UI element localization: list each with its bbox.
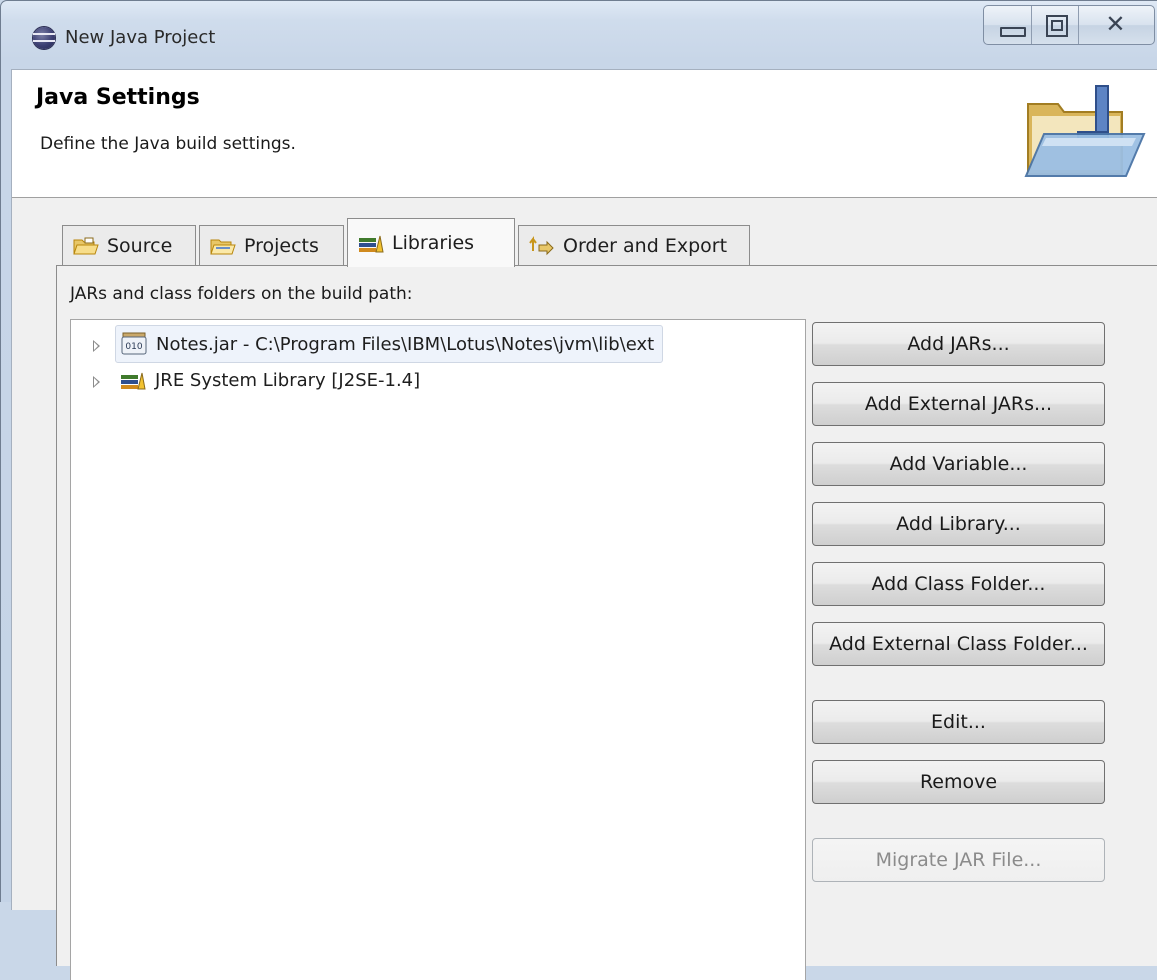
minimize-button[interactable] [984,6,1032,44]
tab-source[interactable]: Source [62,225,196,266]
maximize-icon [1045,15,1068,37]
window-title: New Java Project [65,27,216,48]
tab-libraries-label: Libraries [392,232,475,254]
add-external-jars-button[interactable]: Add External JARs... [812,382,1105,426]
library-icon [121,372,146,390]
add-library-button[interactable]: Add Library... [812,502,1105,546]
project-folder-icon [210,239,236,255]
add-variable-button[interactable]: Add Variable... [812,442,1105,486]
maximize-button[interactable] [1032,6,1080,44]
wizard-header: Java Settings Define the Java build sett… [12,70,1157,198]
tab-libraries[interactable]: Libraries [347,218,515,267]
tree-item-jre-library[interactable]: JRE System Library [J2SE-1.4] [115,362,420,398]
build-path-label: JARs and class folders on the build path… [70,284,413,304]
page-title: Java Settings [36,85,200,110]
tab-order-and-export[interactable]: Order and Export [518,225,750,266]
page-description: Define the Java build settings. [40,134,296,154]
tree-item-notes-jar[interactable]: 010 Notes.jar - C:\Program Files\IBM\Lot… [115,325,664,363]
build-path-tree[interactable]: 010 Notes.jar - C:\Program Files\IBM\Lot… [70,319,806,980]
tab-projects-label: Projects [244,235,319,257]
expand-arrow-icon[interactable] [93,376,100,388]
minimize-icon [1000,27,1026,37]
tab-projects[interactable]: Projects [199,225,344,266]
expand-arrow-icon[interactable] [93,340,100,352]
libraries-icon [359,235,384,253]
java-project-folder-icon [1024,85,1146,177]
tab-order-export-label: Order and Export [563,235,728,257]
remove-button[interactable]: Remove [812,760,1105,804]
tree-item-label: JRE System Library [J2SE-1.4] [155,369,421,391]
close-icon: ✕ [1105,10,1126,38]
add-jars-button[interactable]: Add JARs... [812,322,1105,366]
window-controls: ✕ [983,5,1155,45]
add-external-class-folder-button[interactable]: Add External Class Folder... [812,622,1105,666]
edit-button[interactable]: Edit... [812,700,1105,744]
tab-source-label: Source [107,235,173,257]
dialog-window: New Java Project ✕ Java Settings Define … [0,0,1157,980]
tree-item-label: Notes.jar - C:\Program Files\IBM\Lotus\N… [156,333,655,355]
order-export-icon [529,236,554,256]
migrate-jar-file-button: Migrate JAR File... [812,838,1105,882]
close-button[interactable]: ✕ [1079,6,1154,44]
dialog-content: Java Settings Define the Java build sett… [11,69,1157,980]
svg-text:010: 010 [125,342,142,352]
libraries-panel: JARs and class folders on the build path… [56,265,1157,980]
source-folder-icon [73,237,99,255]
add-class-folder-button[interactable]: Add Class Folder... [812,562,1105,606]
eclipse-icon [33,27,55,49]
jar-icon: 010 [121,332,147,355]
